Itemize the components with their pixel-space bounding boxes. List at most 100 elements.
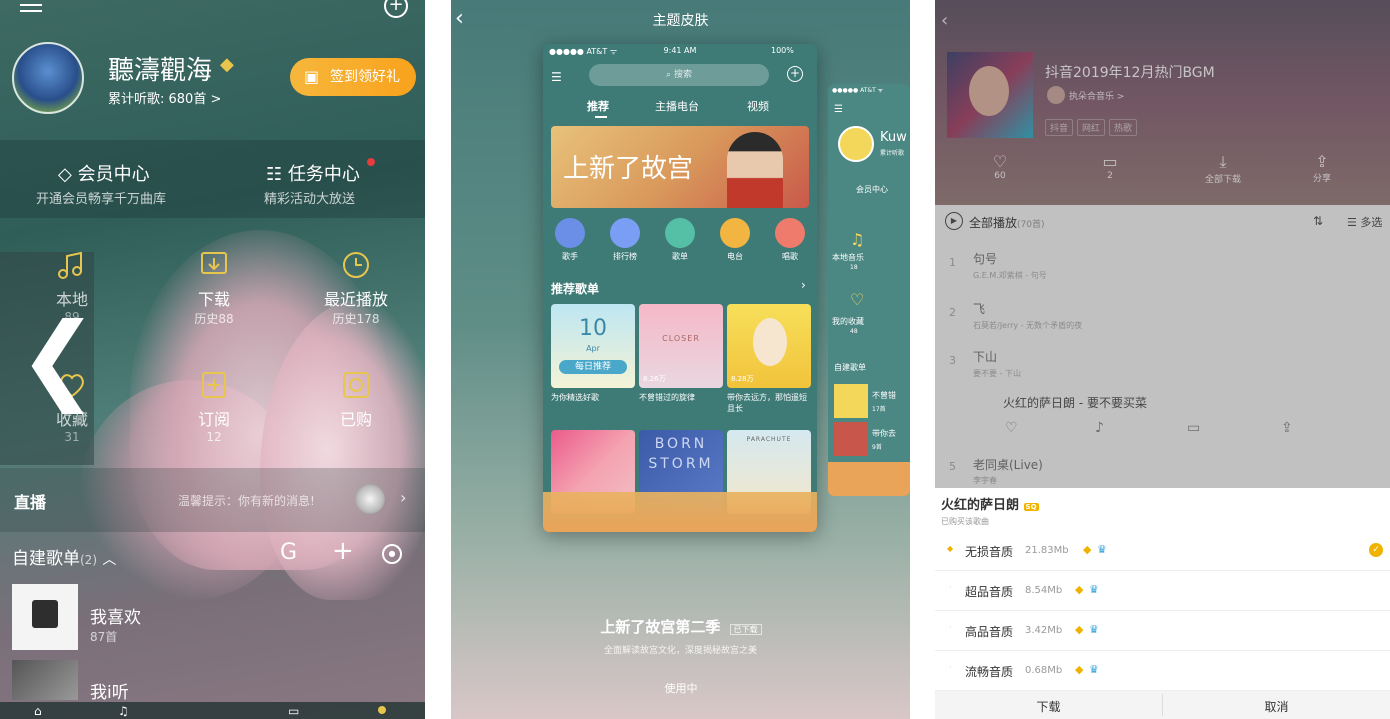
banner-person	[727, 132, 783, 208]
signin-label: 签到领好礼	[330, 69, 400, 85]
playlist-card[interactable]: 10 Apr 每日推荐	[551, 304, 635, 388]
playlist-cover[interactable]	[12, 584, 78, 650]
rank-icon[interactable]	[610, 218, 640, 248]
playlist-cover[interactable]	[12, 660, 78, 700]
chevron-up-icon: ︿	[102, 552, 117, 568]
side-song[interactable]: 带你去	[872, 428, 896, 439]
search-input[interactable]: ⌕ 搜索	[589, 64, 769, 86]
recent-item[interactable]: 最近播放 历史178	[312, 248, 400, 327]
card-title: 为你精选好歌	[551, 393, 599, 402]
quality-name: 流畅音质	[965, 665, 1014, 679]
theme-description: 全面解读故宫文化，深度揭秘故宫之美	[603, 646, 757, 656]
playlist-icon[interactable]	[665, 218, 695, 248]
playlist-cover[interactable]	[834, 422, 868, 456]
task-center-label: 任务中心	[287, 164, 360, 185]
quality-name: 高品音质	[965, 625, 1014, 639]
chevron-right-icon[interactable]: ›	[801, 278, 806, 292]
subscribe-item[interactable]: 订阅 12	[172, 368, 256, 444]
download-icon	[201, 252, 227, 274]
tab-indicator	[595, 116, 607, 118]
tab-radio[interactable]: 主播电台	[655, 98, 699, 114]
unselected-dot-icon: ·	[949, 623, 952, 632]
playlist-header[interactable]: 自建歌单(2) ︿	[12, 544, 116, 569]
category-label: 唱歌	[782, 252, 798, 261]
quality-option[interactable]: · 超品音质 8.54Mb ◆ ♛	[935, 571, 1390, 611]
singer-icon[interactable]	[555, 218, 585, 248]
side-fav[interactable]: 我的收藏	[832, 316, 864, 327]
side-song-count: 17首	[872, 406, 886, 413]
heart-icon: ♡	[850, 290, 865, 309]
side-song[interactable]: 不曾错	[872, 390, 896, 401]
use-button[interactable]: 使用中	[631, 680, 731, 696]
status-battery: 100%	[771, 46, 794, 55]
profile-dot-icon[interactable]	[378, 706, 386, 714]
downloaded-badge: 已下载	[729, 624, 762, 635]
quality-badge: SQ	[1023, 503, 1039, 511]
tab-video[interactable]: 视频	[747, 98, 769, 114]
sync-icon[interactable]: G	[280, 540, 297, 565]
vip-center-label: 会员中心	[77, 164, 150, 185]
bottom-nav: ⌂ ♫ ▭	[0, 702, 425, 719]
check-icon: ✓	[1369, 543, 1383, 557]
vip-diamond-icon: ◆	[1083, 543, 1092, 556]
avatar[interactable]	[838, 126, 874, 162]
gift-icon: ▣	[304, 67, 320, 86]
modal-backdrop[interactable]	[935, 0, 1390, 488]
search-placeholder: 搜索	[673, 70, 692, 80]
side-sub: 累计听歌	[880, 150, 905, 157]
video-icon[interactable]: ▭	[288, 704, 299, 718]
menu-icon[interactable]: ☰	[551, 70, 562, 84]
radio-icon[interactable]	[720, 218, 750, 248]
add-icon[interactable]: +	[384, 0, 408, 18]
more-circle-icon[interactable]: ●	[382, 544, 402, 564]
playlist-name[interactable]: 我喜欢	[90, 603, 141, 628]
side-fav-count: 48	[850, 328, 858, 335]
side-vip[interactable]: 会员中心	[856, 184, 888, 195]
side-playlist-header[interactable]: 自建歌单	[834, 362, 866, 373]
tab-recommend[interactable]: 推荐	[587, 98, 609, 114]
menu-icon[interactable]: ☰	[834, 104, 843, 115]
menu-icon[interactable]	[20, 0, 42, 14]
side-local-count: 18	[850, 264, 858, 271]
add-playlist-icon[interactable]: +	[332, 538, 354, 564]
category-label: 电台	[727, 252, 743, 261]
playlist-count: (2)	[80, 553, 97, 567]
status-carrier: ●●●●● AT&T ᯤ	[832, 87, 884, 94]
signin-button[interactable]: ▣ 签到领好礼	[290, 58, 416, 96]
chevron-right-icon: ›	[400, 488, 407, 507]
selected-dot-icon: ◆	[947, 544, 954, 553]
add-icon[interactable]: +	[787, 66, 803, 82]
playlist-card[interactable]: CLOSER 8.26万	[639, 304, 723, 388]
quality-name: 无损音质	[965, 545, 1014, 559]
daily-badge: 每日推荐	[559, 360, 627, 374]
cancel-button[interactable]: 取消	[1163, 698, 1390, 715]
quality-option[interactable]: · 流畅音质 0.68Mb ◆ ♛	[935, 651, 1390, 691]
banner[interactable]: 上新了故宫	[551, 126, 809, 208]
subscribe-label: 订阅	[197, 410, 230, 429]
listen-count[interactable]: 累计听歌: 680首 >	[108, 88, 221, 107]
vip-center-item[interactable]: ◇ 会员中心	[58, 160, 150, 186]
task-center-item[interactable]: ☷ 任务中心	[266, 160, 360, 186]
sheet-subtitle: 已购买该歌曲	[941, 517, 989, 526]
quality-option[interactable]: · 高品音质 3.42Mb ◆ ♛	[935, 611, 1390, 651]
playlist-card[interactable]: 8.28万	[727, 304, 811, 388]
note-icon[interactable]: ♫	[118, 704, 129, 718]
sing-icon[interactable]	[775, 218, 805, 248]
quality-size: 21.83Mb	[1025, 545, 1069, 556]
chevron-left-icon[interactable]: ❮	[18, 310, 98, 406]
avatar[interactable]	[12, 42, 84, 114]
quality-name: 超品音质	[965, 585, 1014, 599]
bought-item[interactable]: 已购	[312, 368, 400, 430]
quality-option[interactable]: ◆ 无损音质 21.83Mb ◆ ♛ ✓	[935, 531, 1390, 571]
playlist-name[interactable]: 我i听	[90, 678, 129, 703]
download-button[interactable]: 下载	[935, 698, 1162, 715]
download-item[interactable]: 下载 历史88	[172, 248, 256, 327]
side-local[interactable]: 本地音乐	[832, 252, 864, 263]
unselected-dot-icon: ·	[949, 663, 952, 672]
playlist-count: 87首	[90, 630, 118, 644]
vip-diamond-icon: ◆	[1075, 623, 1084, 636]
theme-panel: ‹ 主题皮肤 ●●●●● AT&T ᯤ 9:41 AM 100% ☰ ⌕ 搜索 …	[451, 0, 910, 719]
home-icon[interactable]: ⌂	[34, 704, 42, 718]
playlist-cover[interactable]	[834, 384, 868, 418]
card-badge: CLOSER	[662, 334, 700, 343]
